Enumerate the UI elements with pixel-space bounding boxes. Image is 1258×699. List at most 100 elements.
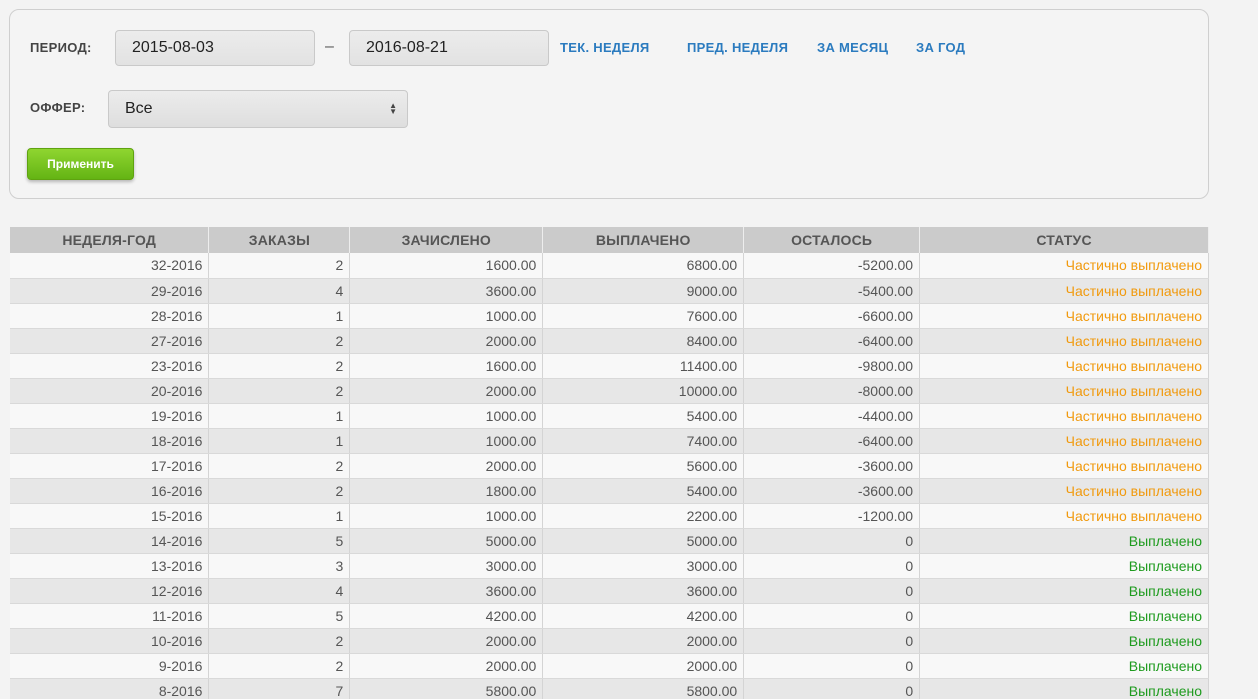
cell-status: Выплачено xyxy=(919,578,1209,604)
cell-week-year: 27-2016 xyxy=(10,328,210,354)
cell-week-year: 11-2016 xyxy=(10,603,210,629)
table-row: 15-2016 1 1000.00 2200.00 -1200.00 Частично в… xyxy=(10,503,1209,529)
cell-week-year: 28-2016 xyxy=(10,303,210,329)
table-row: 19-2016 1 1000.00 5400.00 -4400.00 Частично в… xyxy=(10,403,1209,429)
cell-week-year: 16-2016 xyxy=(10,478,210,504)
cell-credited: 3000.00 xyxy=(349,553,544,579)
cell-remaining: 0 xyxy=(743,528,921,554)
cell-credited: 2000.00 xyxy=(349,653,544,679)
table-row: 14-2016 5 5000.00 5000.00 0 Выплачено xyxy=(10,528,1209,554)
cell-credited: 5800.00 xyxy=(349,678,544,699)
cell-paid: 7400.00 xyxy=(542,428,745,454)
table-row: 13-2016 3 3000.00 3000.00 0 Выплачено xyxy=(10,553,1209,579)
cell-paid: 8400.00 xyxy=(542,328,745,354)
cell-paid: 2000.00 xyxy=(542,653,745,679)
cell-remaining: 0 xyxy=(743,678,921,699)
cell-credited: 5000.00 xyxy=(349,528,544,554)
cell-orders: 1 xyxy=(208,303,351,329)
link-year[interactable]: ЗА ГОД xyxy=(916,40,965,55)
table-body: 32-2016 2 1600.00 6800.00 -5200.00 Частично в… xyxy=(10,253,1209,699)
cell-status: Частично выплачено xyxy=(919,453,1209,479)
link-month[interactable]: ЗА МЕСЯЦ xyxy=(817,40,888,55)
header-orders[interactable]: ЗАКАЗЫ xyxy=(208,227,351,253)
cell-credited: 1600.00 xyxy=(349,253,544,279)
cell-orders: 2 xyxy=(208,453,351,479)
table-row: 29-2016 4 3600.00 9000.00 -5400.00 Частично в… xyxy=(10,278,1209,304)
apply-button[interactable]: Применить xyxy=(27,148,134,180)
cell-status: Выплачено xyxy=(919,653,1209,679)
cell-remaining: 0 xyxy=(743,653,921,679)
offer-select[interactable]: Все ▲ ▼ xyxy=(108,90,408,128)
cell-orders: 1 xyxy=(208,403,351,429)
cell-credited: 1000.00 xyxy=(349,403,544,429)
cell-orders: 2 xyxy=(208,378,351,404)
cell-credited: 2000.00 xyxy=(349,328,544,354)
cell-remaining: -8000.00 xyxy=(743,378,921,404)
cell-orders: 5 xyxy=(208,528,351,554)
table-row: 27-2016 2 2000.00 8400.00 -6400.00 Частично в… xyxy=(10,328,1209,354)
period-label: ПЕРИОД: xyxy=(30,40,92,55)
link-current-week[interactable]: ТЕК. НЕДЕЛЯ xyxy=(560,40,650,55)
header-week-year[interactable]: НЕДЕЛЯ-ГОД xyxy=(10,227,210,253)
cell-remaining: 0 xyxy=(743,628,921,654)
cell-remaining: -4400.00 xyxy=(743,403,921,429)
cell-status: Частично выплачено xyxy=(919,478,1209,504)
cell-paid: 2200.00 xyxy=(542,503,745,529)
cell-paid: 5400.00 xyxy=(542,478,745,504)
table-row: 10-2016 2 2000.00 2000.00 0 Выплачено xyxy=(10,628,1209,654)
table-row: 8-2016 7 5800.00 5800.00 0 Выплачено xyxy=(10,678,1209,699)
cell-credited: 4200.00 xyxy=(349,603,544,629)
cell-status: Частично выплачено xyxy=(919,253,1209,279)
table-row: 12-2016 4 3600.00 3600.00 0 Выплачено xyxy=(10,578,1209,604)
cell-orders: 1 xyxy=(208,428,351,454)
cell-credited: 1000.00 xyxy=(349,503,544,529)
cell-credited: 3600.00 xyxy=(349,278,544,304)
cell-paid: 4200.00 xyxy=(542,603,745,629)
table-row: 16-2016 2 1800.00 5400.00 -3600.00 Частично в… xyxy=(10,478,1209,504)
offer-label: ОФФЕР: xyxy=(30,100,86,115)
select-arrows-icon: ▲ ▼ xyxy=(389,101,397,116)
cell-orders: 2 xyxy=(208,353,351,379)
cell-credited: 1000.00 xyxy=(349,428,544,454)
cell-status: Выплачено xyxy=(919,678,1209,699)
cell-remaining: -6400.00 xyxy=(743,428,921,454)
cell-status: Частично выплачено xyxy=(919,303,1209,329)
cell-remaining: 0 xyxy=(743,578,921,604)
cell-remaining: -5400.00 xyxy=(743,278,921,304)
cell-orders: 2 xyxy=(208,328,351,354)
cell-status: Частично выплачено xyxy=(919,428,1209,454)
cell-remaining: -1200.00 xyxy=(743,503,921,529)
offer-select-value: Все xyxy=(125,100,153,117)
table-row: 28-2016 1 1000.00 7600.00 -6600.00 Частично в… xyxy=(10,303,1209,329)
link-previous-week[interactable]: ПРЕД. НЕДЕЛЯ xyxy=(687,40,788,55)
header-credited[interactable]: ЗАЧИСЛЕНО xyxy=(349,227,544,253)
cell-status: Частично выплачено xyxy=(919,353,1209,379)
cell-week-year: 20-2016 xyxy=(10,378,210,404)
table-row: 32-2016 2 1600.00 6800.00 -5200.00 Частично в… xyxy=(10,253,1209,279)
cell-remaining: -6600.00 xyxy=(743,303,921,329)
header-paid[interactable]: ВЫПЛАЧЕНО xyxy=(542,227,745,253)
cell-status: Выплачено xyxy=(919,553,1209,579)
cell-paid: 9000.00 xyxy=(542,278,745,304)
cell-status: Частично выплачено xyxy=(919,503,1209,529)
cell-paid: 3600.00 xyxy=(542,578,745,604)
cell-orders: 1 xyxy=(208,503,351,529)
header-remaining[interactable]: ОСТАЛОСЬ xyxy=(743,227,921,253)
cell-paid: 3000.00 xyxy=(542,553,745,579)
cell-week-year: 29-2016 xyxy=(10,278,210,304)
date-from-input[interactable]: 2015-08-03 xyxy=(115,30,315,66)
table-row: 17-2016 2 2000.00 5600.00 -3600.00 Частично в… xyxy=(10,453,1209,479)
cell-credited: 2000.00 xyxy=(349,628,544,654)
cell-status: Выплачено xyxy=(919,628,1209,654)
cell-paid: 7600.00 xyxy=(542,303,745,329)
cell-orders: 7 xyxy=(208,678,351,699)
date-separator: – xyxy=(325,38,334,55)
cell-status: Частично выплачено xyxy=(919,328,1209,354)
cell-week-year: 10-2016 xyxy=(10,628,210,654)
cell-credited: 1600.00 xyxy=(349,353,544,379)
cell-remaining: -9800.00 xyxy=(743,353,921,379)
header-status[interactable]: СТАТУС xyxy=(919,227,1209,253)
cell-week-year: 14-2016 xyxy=(10,528,210,554)
date-to-input[interactable]: 2016-08-21 xyxy=(349,30,549,66)
cell-week-year: 13-2016 xyxy=(10,553,210,579)
